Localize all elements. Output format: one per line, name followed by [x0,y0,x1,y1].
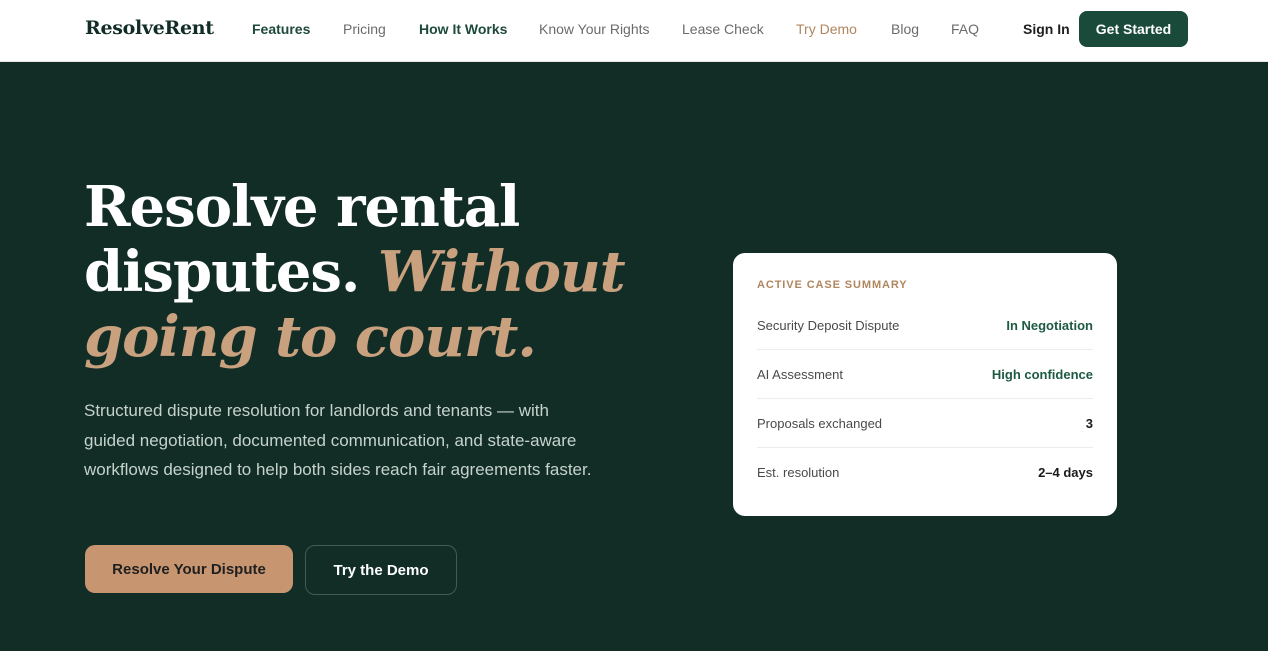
summary-row: Est. resolution 2–4 days [757,448,1093,497]
nav-link-pricing[interactable]: Pricing [343,21,386,37]
top-navbar: ResolveRent Features Pricing How It Work… [0,0,1268,62]
summary-row-label: Security Deposit Dispute [757,317,900,333]
nav-link-features[interactable]: Features [252,21,310,37]
hero-title: Resolve rental disputes. Without going t… [84,175,644,370]
resolve-dispute-button[interactable]: Resolve Your Dispute [85,545,293,593]
hero-subtitle: Structured dispute resolution for landlo… [84,401,592,479]
hero-title-line2: disputes. [84,239,360,305]
case-summary-card: ACTIVE CASE SUMMARY Security Deposit Dis… [733,253,1117,516]
summary-row-label: Est. resolution [757,465,840,480]
summary-row-value: High confidence [991,366,1093,382]
nav-link-how-it-works[interactable]: How It Works [419,21,507,37]
nav-link-faq[interactable]: FAQ [951,21,979,37]
summary-row-value: 2–4 days [1038,465,1093,480]
nav-link-blog[interactable]: Blog [891,21,919,37]
nav-link-know-your-rights[interactable]: Know Your Rights [539,21,650,37]
summary-row: Proposals exchanged 3 [757,399,1093,448]
try-demo-button[interactable]: Try the Demo [305,545,457,595]
summary-row: AI Assessment High confidence [757,350,1093,399]
logo[interactable]: ResolveRent [85,17,214,39]
card-heading: ACTIVE CASE SUMMARY [757,279,908,291]
sign-in-link[interactable]: Sign In [1023,21,1070,37]
summary-row-label: AI Assessment [757,366,843,382]
summary-row: Security Deposit Dispute In Negotiation [757,301,1093,350]
summary-row-label: Proposals exchanged [757,415,883,431]
hero-title-line1: Resolve rental [84,174,520,240]
hero-title-line3: going to court. [84,304,537,370]
hero-title-accent-word: Without [377,239,626,305]
nav-link-try-demo[interactable]: Try Demo [796,21,857,37]
status-badge: In Negotiation [1006,317,1093,333]
nav-link-lease-check[interactable]: Lease Check [682,21,764,37]
get-started-button[interactable]: Get Started [1079,11,1188,47]
summary-row-value: 3 [1085,415,1093,431]
